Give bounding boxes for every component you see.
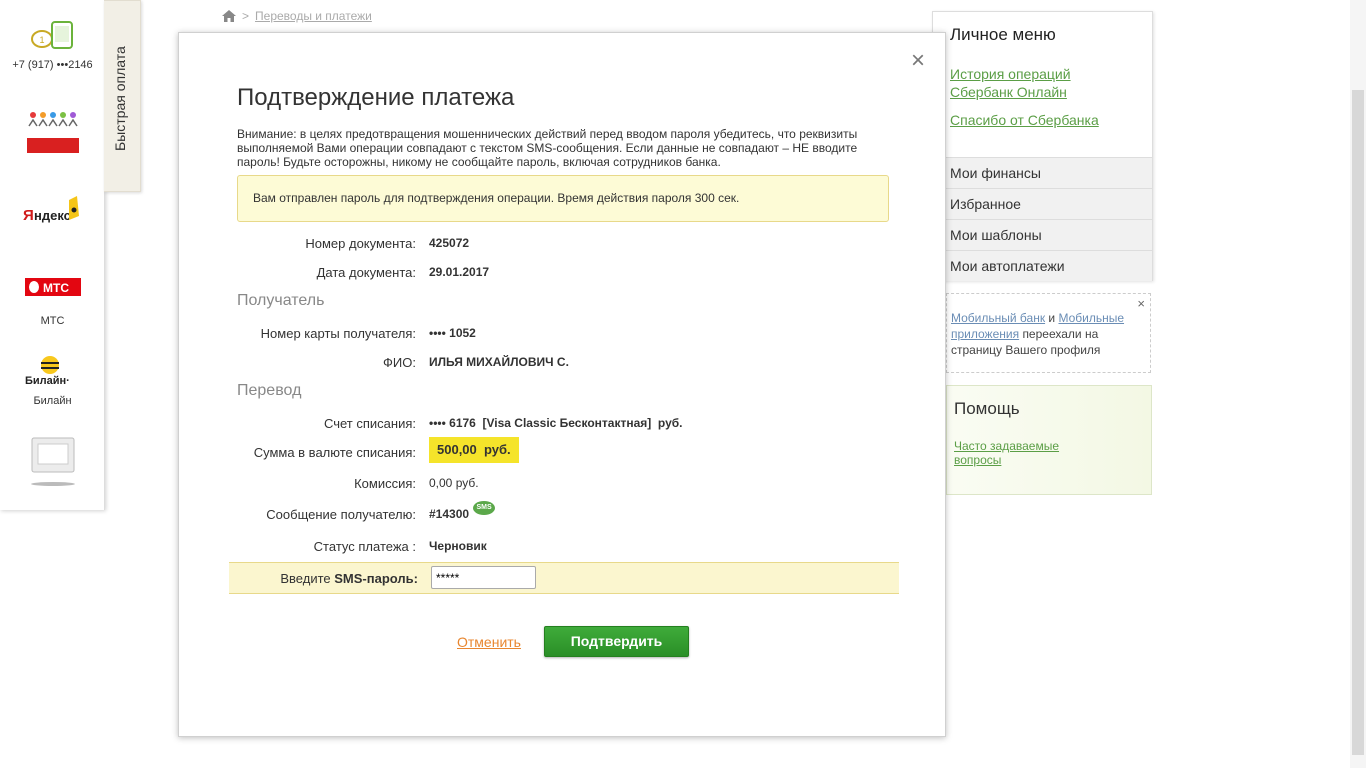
- personal-menu-list: Мои финансы Избранное Мои шаблоны Мои ав…: [933, 157, 1152, 281]
- doc-date-value: 29.01.2017: [429, 265, 490, 279]
- quickpay-item-mts[interactable]: МТС МТС: [0, 278, 105, 327]
- quickpay-item-charity[interactable]: [0, 110, 105, 159]
- message-value: #14300: [429, 507, 470, 521]
- home-icon[interactable]: [222, 10, 236, 22]
- beeline-logo-icon: Билайн·: [25, 356, 70, 387]
- svg-text:ндекс: ндекс: [34, 208, 71, 223]
- sms-password-label: Введите SMS-пароль:: [280, 571, 418, 586]
- recipient-name-value: ИЛЬЯ МИХАЙЛОВИЧ С.: [429, 355, 569, 369]
- sms-password-label-bold: SMS-пароль:: [334, 571, 418, 586]
- confirm-button[interactable]: Подтвердить: [544, 626, 689, 657]
- breadcrumb-separator: >: [242, 9, 250, 23]
- menu-item-my-templates[interactable]: Мои шаблоны: [933, 219, 1152, 250]
- dialog-title: Подтверждение платежа: [237, 84, 515, 111]
- svg-text:Билайн·: Билайн·: [25, 375, 70, 386]
- yandex-logo-icon: Я ндекс: [23, 196, 79, 224]
- security-warning: Внимание: в целях предотвращения мошенни…: [237, 127, 858, 169]
- breadcrumb: > Переводы и платежи: [222, 9, 372, 23]
- quickpay-phone-number: +7 (917) •••2146: [12, 59, 93, 71]
- amount-value: 500,00 руб.: [429, 437, 519, 463]
- cancel-link[interactable]: Отменить: [457, 634, 521, 650]
- sms-password-row: Введите SMS-пароль:: [229, 562, 899, 594]
- svg-text:Я: Я: [23, 207, 34, 224]
- doc-date-label: Дата документа:: [316, 265, 416, 280]
- quick-pay-panel: 1 +7 (917) •••2146 Я ндекс МТС МТС Билай…: [0, 0, 105, 510]
- notice-close-icon[interactable]: ×: [1137, 296, 1145, 312]
- sms-password-input[interactable]: [431, 566, 536, 589]
- quick-pay-tab-label: Быстрая оплата: [112, 46, 128, 151]
- quickpay-mts-label: МТС: [40, 315, 65, 327]
- page-scrollbar[interactable]: [1350, 0, 1366, 768]
- notice-and: и: [1048, 311, 1056, 325]
- breadcrumb-link-payments[interactable]: Переводы и платежи: [255, 9, 372, 23]
- mts-logo-icon: МТС: [24, 278, 81, 296]
- help-title: Помощь: [954, 399, 1020, 418]
- recipient-card-label: Номер карты получателя:: [260, 326, 416, 341]
- quickpay-item-other[interactable]: [0, 436, 105, 491]
- recipient-name-label: ФИО:: [383, 355, 416, 370]
- debit-account-label: Счет списания:: [323, 416, 416, 431]
- section-recipient: Получатель: [237, 292, 325, 309]
- payment-confirmation-dialog: × Подтверждение платежа Внимание: в целя…: [178, 32, 946, 737]
- quickpay-item-beeline[interactable]: Билайн· Билайн: [0, 356, 105, 407]
- payment-terminal-icon: [30, 437, 75, 486]
- menu-item-my-finances[interactable]: Мои финансы: [933, 157, 1152, 188]
- status-label: Статус платежа :: [313, 539, 416, 554]
- quickpay-item-yandex[interactable]: Я ндекс: [0, 194, 105, 231]
- message-value-wrap: #14300 SMS: [429, 501, 496, 521]
- fee-value: 0,00 руб.: [429, 476, 479, 490]
- status-value: Черновик: [429, 539, 487, 553]
- quickpay-item-phone[interactable]: 1 +7 (917) •••2146: [0, 20, 105, 71]
- svg-text:1: 1: [39, 35, 44, 45]
- charity-logo-icon: [26, 112, 79, 153]
- doc-number-label: Номер документа:: [305, 236, 416, 251]
- mobile-payment-icon: 1: [30, 21, 73, 49]
- quick-pay-tab[interactable]: Быстрая оплата: [104, 0, 141, 192]
- sms-password-label-prefix: Введите: [280, 571, 331, 586]
- menu-item-favorites[interactable]: Избранное: [933, 188, 1152, 219]
- doc-number-value: 425072: [429, 236, 470, 250]
- amount-label: Сумма в валюте списания:: [253, 445, 416, 460]
- close-icon[interactable]: ×: [911, 49, 925, 73]
- mobile-bank-link[interactable]: Мобильный банк: [951, 311, 1045, 325]
- spasibo-link[interactable]: Спасибо от Сбербанка: [950, 111, 1099, 129]
- debit-account-value: •••• 6176 [Visa Classic Бесконтактная] р…: [429, 416, 683, 430]
- operations-history-link[interactable]: История операций Сбербанк Онлайн: [950, 65, 1090, 101]
- personal-menu-title: Личное меню: [950, 25, 1056, 44]
- mobile-bank-notice: × Мобильный банк и Мобильные приложения …: [946, 293, 1151, 373]
- recipient-card-value: •••• 1052: [429, 326, 476, 340]
- scrollbar-thumb[interactable]: [1352, 90, 1364, 755]
- message-label: Сообщение получателю:: [266, 507, 416, 522]
- quickpay-beeline-label: Билайн: [33, 395, 72, 407]
- password-sent-alert: Вам отправлен пароль для подтверждения о…: [237, 175, 889, 222]
- menu-item-my-autopayments[interactable]: Мои автоплатежи: [933, 250, 1152, 281]
- faq-link[interactable]: Часто задаваемые вопросы: [954, 439, 1074, 467]
- help-panel: Помощь Часто задаваемые вопросы: [946, 385, 1152, 495]
- section-transfer: Перевод: [237, 382, 302, 399]
- fee-label: Комиссия:: [354, 476, 416, 491]
- svg-text:МТС: МТС: [43, 281, 69, 295]
- sms-badge-icon: SMS: [473, 501, 496, 515]
- personal-menu: Личное меню История операций Сбербанк Он…: [932, 11, 1153, 281]
